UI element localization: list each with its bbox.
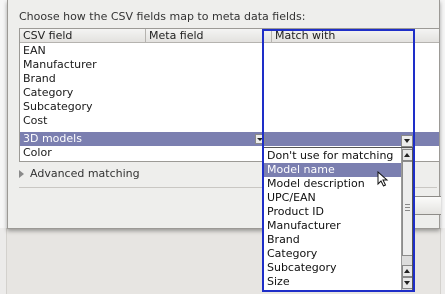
instruction-label: Choose how the CSV fields map to meta da… [19, 10, 306, 23]
dropdown-option[interactable]: Don't use for matching [264, 149, 401, 163]
scrollbar-thumb[interactable] [402, 161, 412, 256]
csv-field-cell: Brand [23, 72, 56, 85]
match-with-combo-arrow-icon[interactable] [401, 135, 413, 147]
table-row[interactable]: Subcategory [20, 100, 439, 114]
table-row[interactable]: Brand [20, 72, 439, 86]
dropdown-option[interactable]: Manufacturer [264, 219, 401, 233]
dropdown-option[interactable]: Product ID [264, 205, 401, 219]
field-mapping-table: CSV field Meta field Match with EAN Manu… [19, 28, 440, 162]
meta-field-combo-arrow-icon[interactable] [255, 134, 265, 144]
grip-line [405, 204, 410, 205]
csv-field-cell: Subcategory [23, 100, 93, 113]
table-row[interactable]: Cost [20, 114, 439, 128]
table-row[interactable]: EAN [20, 44, 439, 58]
csv-field-cell: Manufacturer [23, 58, 97, 71]
column-header-meta-field[interactable]: Meta field [146, 29, 272, 43]
dropdown-option[interactable]: Category [264, 247, 401, 261]
mouse-pointer-icon [377, 171, 389, 187]
column-header-csv-field[interactable]: CSV field [20, 29, 146, 43]
match-with-dropdown-list[interactable]: Don't use for matching Model name Model … [263, 147, 413, 291]
dropdown-scrollbar[interactable] [401, 148, 412, 290]
dropdown-option[interactable]: Brand [264, 233, 401, 247]
csv-field-cell: 3D models [23, 132, 82, 145]
dropdown-option[interactable]: Size [264, 275, 401, 289]
csv-field-cell: Cost [23, 114, 48, 127]
scroll-up-icon[interactable] [402, 149, 412, 161]
dialog-button[interactable] [412, 196, 441, 215]
csv-field-cell: EAN [23, 44, 46, 57]
csv-field-cell: Color [23, 146, 52, 159]
triangle-right-icon[interactable] [19, 170, 24, 178]
table-row[interactable]: Category [20, 86, 439, 100]
dropdown-option[interactable]: UPC/EAN [264, 191, 401, 205]
advanced-matching-expander[interactable]: Advanced matching [30, 167, 140, 180]
csv-field-cell: Category [23, 86, 74, 99]
column-header-match-with[interactable]: Match with [272, 29, 439, 43]
grip-line [405, 210, 410, 211]
table-row-selected[interactable]: 3D models [20, 132, 439, 146]
table-row[interactable]: Manufacturer [20, 58, 439, 72]
dropdown-option[interactable]: Subcategory [264, 261, 401, 275]
grip-line [405, 207, 410, 208]
scroll-down-icon[interactable] [402, 277, 412, 289]
scroll-up-icon[interactable] [402, 265, 412, 277]
